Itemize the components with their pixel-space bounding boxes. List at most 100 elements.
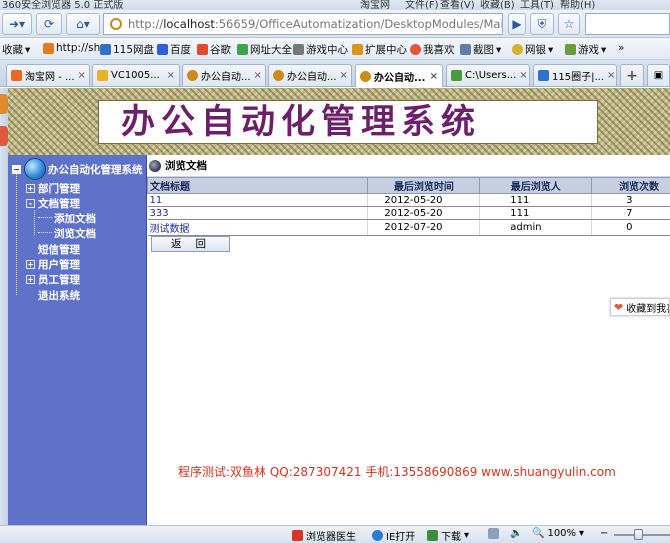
nav-item-add-document[interactable]: 添加文档 xyxy=(54,211,96,226)
fav-link-games-center[interactable]: 游戏中心 xyxy=(293,42,348,57)
favorites-menu[interactable]: 收藏 ▾ xyxy=(2,42,30,57)
menu-favorites[interactable]: 收藏(B) xyxy=(480,0,515,10)
status-label: 下载 xyxy=(441,532,461,543)
nav-item-department[interactable]: + 部门管理 xyxy=(26,181,80,196)
browser-title: 360安全浏览器 5.0 正式版 xyxy=(2,0,124,10)
sidebar-app-icon[interactable] xyxy=(0,126,8,146)
expand-icon[interactable]: + xyxy=(26,275,35,284)
home-button[interactable]: ⌂▾ xyxy=(66,13,100,35)
status-label: IE打开 xyxy=(386,532,416,543)
back-button[interactable]: 返回 xyxy=(151,236,230,252)
close-icon[interactable]: × xyxy=(337,70,348,81)
tab-oa-active[interactable]: 办公自动... × xyxy=(355,64,443,87)
new-tab-button[interactable]: + xyxy=(620,64,644,86)
save-to-like-button[interactable]: ❤ 收藏到我喜 xyxy=(610,298,670,316)
globe-icon xyxy=(24,158,46,180)
nav-item-messages[interactable]: 短信管理 xyxy=(38,242,80,257)
fav-link-http-sh[interactable]: http://sh xyxy=(43,42,100,54)
url-input[interactable]: http://localhost:56659/OfficeAutomatizat… xyxy=(103,13,503,35)
tab-local-file[interactable]: C:\Users... × xyxy=(446,64,530,86)
tree-root[interactable]: − 办公自动化管理系统 xyxy=(12,158,143,180)
close-icon[interactable]: × xyxy=(251,70,262,81)
zoom-control[interactable]: 🔍 100% ▾ xyxy=(532,528,584,539)
fav-link-extensions[interactable]: 扩展中心 xyxy=(352,42,407,57)
column-header-last-viewed[interactable]: 最后浏览时间 xyxy=(367,177,481,194)
documents-table: 文档标题 最后浏览时间 最后浏览人 浏览次数 11 2012-05-20 111… xyxy=(146,177,670,236)
zoom-slider-handle[interactable] xyxy=(634,529,643,540)
menu-view[interactable]: 查看(V) xyxy=(440,0,475,10)
favorites-bar: 收藏 ▾ http://sh 115网盘 百度 谷歌 网址大全 游戏中心 扩展中… xyxy=(0,38,670,60)
search-input[interactable] xyxy=(585,13,670,35)
baidu-icon xyxy=(157,44,168,55)
speaker-icon: 🔈 xyxy=(510,528,523,539)
tab-115-circle[interactable]: 115圈子|... × xyxy=(533,64,617,86)
fav-link-google[interactable]: 谷歌 xyxy=(197,42,231,57)
fav-link-sites[interactable]: 网址大全 xyxy=(237,42,292,57)
column-header-views[interactable]: 浏览次数 xyxy=(591,177,670,194)
download-button[interactable]: 下载 ▾ xyxy=(427,528,469,543)
menu-help[interactable]: 帮助(H) xyxy=(560,0,595,10)
nav-item-browse-documents[interactable]: 浏览文档 xyxy=(54,226,96,241)
sidebar-app-icon[interactable] xyxy=(0,94,8,114)
expand-icon[interactable]: + xyxy=(26,184,35,193)
volume-button[interactable]: 🔈 xyxy=(510,528,522,539)
doc-title-link[interactable]: 测试数据 xyxy=(147,219,369,236)
fav-bank-menu[interactable]: 网银 ▾ xyxy=(512,42,553,57)
fav-screenshot-menu[interactable]: 截图 ▾ xyxy=(460,42,501,57)
bookmark-button[interactable]: ☆ xyxy=(558,13,580,35)
expand-icon[interactable]: + xyxy=(26,260,35,269)
taobao-icon xyxy=(11,70,22,81)
tab-label: 淘宝网 - ... xyxy=(25,72,75,83)
sites-icon xyxy=(237,44,248,55)
fav-link-115[interactable]: 115网盘 xyxy=(100,42,154,57)
browser-doctor-button[interactable]: 浏览器医生 xyxy=(292,528,356,543)
content-header: 浏览文档 xyxy=(147,155,670,177)
tile-icon xyxy=(488,528,499,539)
tab-vc1005[interactable]: VC1005... × xyxy=(92,64,180,86)
page-icon xyxy=(360,70,371,82)
fav-overflow-chevron[interactable]: » xyxy=(618,42,624,54)
column-header-title[interactable]: 文档标题 xyxy=(146,177,369,194)
status-label: 浏览器医生 xyxy=(306,532,356,543)
fav-link-like[interactable]: 我喜欢 xyxy=(410,42,455,57)
nav-item-users[interactable]: + 用户管理 xyxy=(26,257,80,272)
fav-link-label: 网银 xyxy=(525,44,546,56)
fav-games-menu[interactable]: 游戏 ▾ xyxy=(565,42,606,57)
cell-last-viewed: 2012-05-20 xyxy=(367,193,481,207)
doc-title-link[interactable]: 11 xyxy=(147,193,369,207)
status-icon-button[interactable] xyxy=(488,528,499,539)
app-banner: 办公自动化管理系统 xyxy=(8,88,670,155)
favorites-menu-label: 收藏 xyxy=(2,44,23,56)
ie-open-button[interactable]: IE打开 xyxy=(372,528,415,543)
doc-title-link[interactable]: 333 xyxy=(147,206,369,220)
close-icon[interactable]: × xyxy=(164,70,175,81)
close-icon[interactable]: × xyxy=(604,70,615,81)
close-icon[interactable]: × xyxy=(75,70,86,81)
tab-label: 办公自动... xyxy=(201,72,251,83)
nav-item-employees[interactable]: + 员工管理 xyxy=(26,272,80,287)
shield-button[interactable]: ⛨ xyxy=(530,13,554,35)
menu-file[interactable]: 文件(F) xyxy=(405,0,439,10)
nav-item-label: 短信管理 xyxy=(38,244,80,256)
nav-item-logout[interactable]: 退出系统 xyxy=(38,288,80,303)
menu-tools[interactable]: 工具(T) xyxy=(520,0,554,10)
nav-item-label: 添加文档 xyxy=(54,213,96,225)
refresh-button[interactable]: ⟳ xyxy=(36,13,62,35)
menu-taobao[interactable]: 淘宝网 xyxy=(360,0,390,10)
tab-oa-1[interactable]: 办公自动... × xyxy=(182,64,266,86)
close-icon[interactable]: × xyxy=(427,71,438,82)
url-path: :56659/OfficeAutomatization/DesktopModul… xyxy=(214,17,502,31)
nav-item-documents[interactable]: - 文档管理 xyxy=(26,196,80,211)
close-icon[interactable]: × xyxy=(516,70,527,81)
collapse-icon[interactable]: - xyxy=(26,199,35,208)
fav-link-baidu[interactable]: 百度 xyxy=(157,42,191,57)
tab-list-button[interactable]: ▣ xyxy=(647,64,670,86)
forward-button[interactable]: ➜▾ xyxy=(2,13,32,35)
tab-taobao[interactable]: 淘宝网 - ... × xyxy=(6,64,90,86)
tree-connector xyxy=(16,173,17,295)
zoom-out-button[interactable]: − xyxy=(600,528,608,539)
go-button[interactable]: ▶ xyxy=(508,13,526,35)
chevron-down-icon: ▾ xyxy=(579,528,585,539)
tab-oa-2[interactable]: 办公自动... × xyxy=(268,64,352,86)
column-header-last-viewer[interactable]: 最后浏览人 xyxy=(479,177,593,194)
